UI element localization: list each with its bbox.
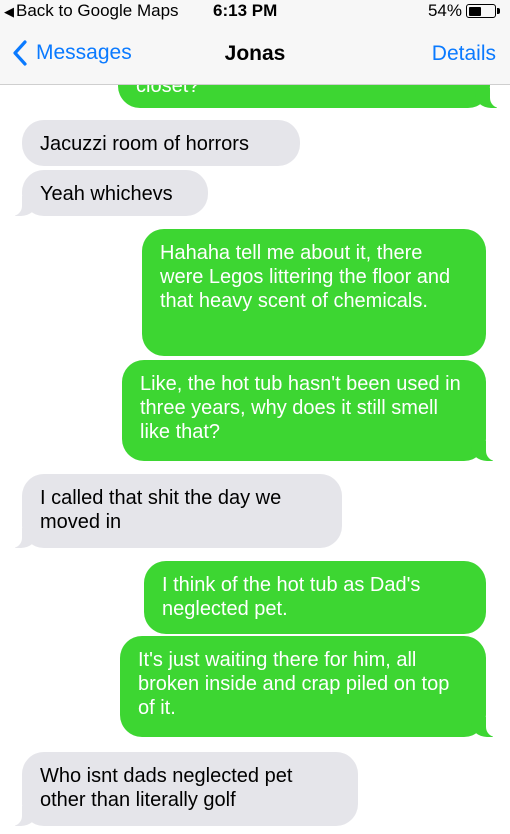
back-to-app-link[interactable]: ◀ Back to Google Maps	[4, 1, 179, 21]
message-bubble-outgoing[interactable]: It's just waiting there for him, all bro…	[120, 636, 498, 737]
details-button[interactable]: Details	[432, 42, 496, 66]
message-bubble-outgoing[interactable]: I think of the hot tub as Dad's neglecte…	[144, 561, 486, 634]
message-text: I called that shit the day we moved in	[40, 487, 282, 533]
message-text: Jacuzzi room of horrors	[40, 133, 249, 155]
message-bubble-outgoing[interactable]: Like, the hot tub hasn't been used in th…	[122, 360, 498, 461]
battery-indicator: 54%	[427, 1, 500, 21]
messages-back-button[interactable]: Messages	[12, 40, 132, 66]
message-text: I think of the hot tub as Dad's neglecte…	[162, 574, 421, 620]
battery-fill	[468, 6, 482, 16]
battery-percent: 54%	[427, 1, 462, 20]
status-bar: ◀ Back to Google Maps 6:13 PM 54%	[0, 0, 510, 24]
message-bubble-incoming[interactable]: I called that shit the day we moved in	[10, 474, 342, 548]
status-time: 6:13 PM	[213, 1, 278, 20]
message-text: Hahaha tell me about it, there were Lego…	[160, 242, 451, 312]
top-bar: ◀ Back to Google Maps 6:13 PM 54% Message…	[0, 0, 510, 85]
battery-nub	[497, 8, 500, 14]
message-text: Like, the hot tub hasn't been used in th…	[140, 373, 461, 443]
chevron-left-icon	[13, 40, 27, 66]
message-bubble-incoming[interactable]: Jacuzzi room of horrors	[22, 120, 300, 166]
navigation-bar: Messages Jonas Details	[0, 30, 510, 80]
message-bubble-incoming[interactable]: Yeah whichevs	[10, 170, 208, 216]
message-text: It's just waiting there for him, all bro…	[138, 649, 450, 719]
message-text: Who isnt dads neglected pet other than l…	[40, 765, 293, 811]
messages-back-label: Messages	[36, 41, 132, 64]
message-bubble-outgoing[interactable]: Hahaha tell me about it, there were Lego…	[142, 229, 486, 356]
battery-icon	[466, 4, 500, 18]
message-thread[interactable]: closet? Jacuzzi room of horrors Yeah whi…	[0, 0, 510, 834]
message-text: Yeah whichevs	[40, 183, 173, 205]
back-to-app-label: Back to Google Maps	[16, 1, 179, 20]
message-bubble-incoming[interactable]: Who isnt dads neglected pet other than l…	[10, 752, 358, 826]
back-triangle-icon: ◀	[4, 4, 14, 19]
